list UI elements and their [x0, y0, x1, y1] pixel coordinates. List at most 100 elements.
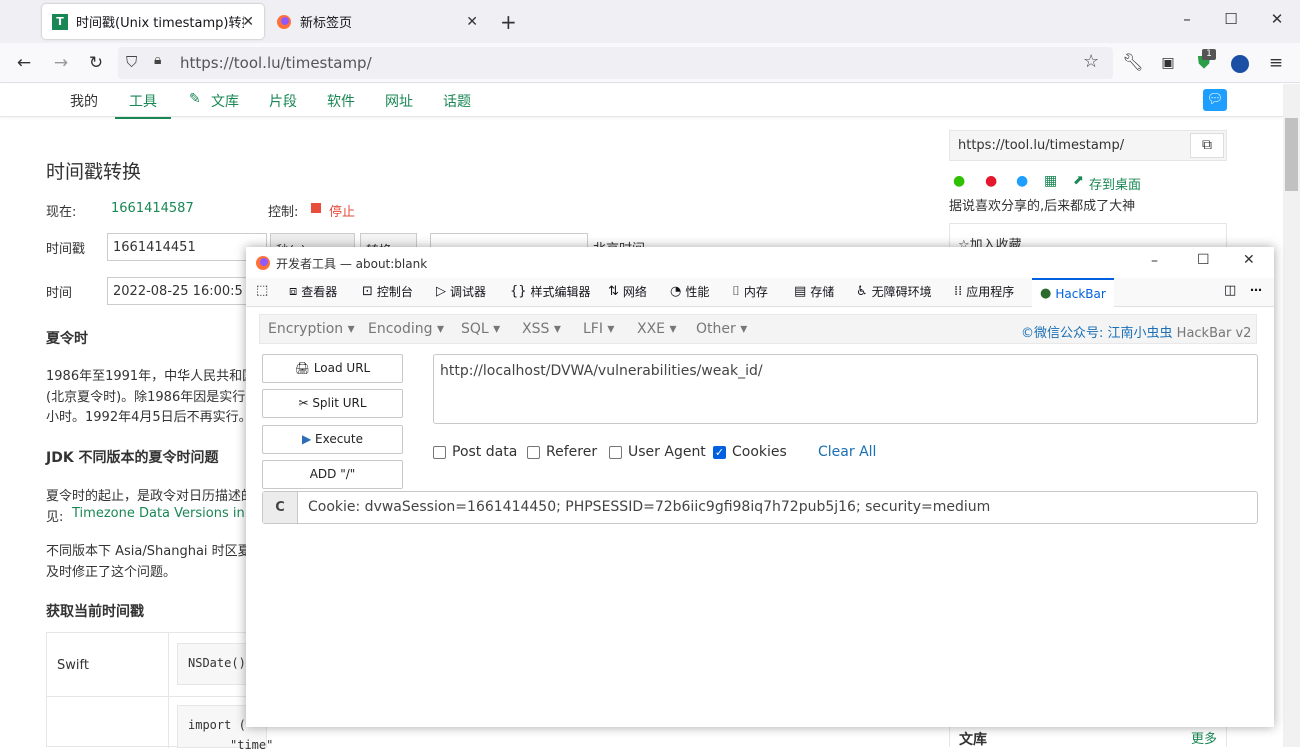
share-url[interactable]: https://tool.lu/timestamp/: [958, 138, 1124, 153]
globe-icon[interactable]: [1231, 55, 1249, 73]
url-bar[interactable]: ⛉ 🔒︎ https://tool.lu/timestamp/ ☆: [118, 47, 1113, 79]
nav-item-tools[interactable]: 工具: [115, 91, 171, 119]
checkbox-label: User Agent: [628, 444, 706, 460]
tab-console[interactable]: ⊡ 控制台: [362, 283, 413, 300]
bookmark-star-icon[interactable]: ☆: [1083, 51, 1099, 72]
checkbox-referer[interactable]: Referer: [527, 444, 597, 460]
checkbox-user-agent[interactable]: User Agent: [609, 444, 706, 460]
devtools-close-button[interactable]: ✕: [1243, 252, 1255, 268]
back-icon[interactable]: ←: [12, 51, 36, 75]
close-tab-icon[interactable]: ✕: [242, 14, 254, 30]
jdk-heading: JDK 不同版本的夏令时问题: [46, 450, 219, 466]
minimize-button[interactable]: –: [1177, 10, 1197, 28]
pick-element-icon[interactable]: ⬚: [256, 283, 268, 298]
load-url-button[interactable]: 🖨︎ Load URL: [262, 354, 403, 383]
menu-icon[interactable]: ≡: [1264, 51, 1288, 75]
tab-title: 时间戳(Unix timestamp)转换工: [76, 16, 244, 31]
checkbox-post-data[interactable]: Post data: [433, 444, 517, 460]
dock-icon[interactable]: ◫: [1224, 283, 1236, 298]
stop-icon[interactable]: [311, 203, 321, 213]
chat-icon[interactable]: 💬︎: [1203, 89, 1227, 111]
memory-icon: ⌷: [732, 284, 740, 299]
menu-label: Other: [696, 321, 736, 337]
tab-performance[interactable]: ◔ 性能: [670, 283, 709, 300]
tab-storage[interactable]: ▤ 存储: [794, 283, 834, 300]
menu-label: Encoding: [368, 321, 433, 337]
reload-icon[interactable]: ↻: [84, 51, 108, 75]
save-desktop-icon[interactable]: ⬈: [1073, 173, 1084, 188]
navigation-toolbar: ← → ↻ ⛉ 🔒︎ https://tool.lu/timestamp/ ☆ …: [0, 43, 1300, 83]
page-title: 时间戳转换: [46, 161, 142, 183]
url-textarea[interactable]: http://localhost/DVWA/vulnerabilities/we…: [433, 354, 1258, 424]
devtools-maximize-button[interactable]: ☐: [1197, 252, 1210, 268]
nav-item-mine[interactable]: 我的: [70, 91, 98, 111]
nav-item-software[interactable]: 软件: [327, 91, 355, 111]
add-slash-button[interactable]: ADD "/": [262, 460, 403, 489]
scrollbar-thumb[interactable]: [1285, 118, 1298, 191]
library-more-link[interactable]: 更多: [1191, 728, 1217, 747]
devtools-minimize-button[interactable]: –: [1151, 253, 1158, 269]
tab-accessibility[interactable]: ♿︎ 无障碍环境: [856, 283, 932, 300]
close-window-button[interactable]: ✕: [1267, 10, 1287, 28]
menu-other[interactable]: Other ▾: [696, 321, 747, 337]
maximize-button[interactable]: ☐: [1221, 10, 1241, 28]
wechat-icon[interactable]: ●: [953, 173, 965, 189]
shield-icon[interactable]: ⛉: [126, 53, 137, 71]
menu-lfi[interactable]: LFI ▾: [583, 321, 614, 337]
checkbox-cookies[interactable]: ✓ Cookies: [713, 444, 787, 460]
style-editor-icon: {}: [510, 284, 527, 299]
url-text[interactable]: https://tool.lu/timestamp/: [180, 54, 372, 72]
menu-xss[interactable]: XSS ▾: [522, 321, 561, 337]
tab-debugger[interactable]: ▷ 调试器: [436, 283, 486, 300]
forward-icon[interactable]: →: [49, 51, 73, 75]
button-label: Split URL: [312, 396, 367, 410]
checkbox-box[interactable]: [609, 445, 622, 459]
tab-inspector[interactable]: ⧈ 查看器: [289, 283, 337, 300]
checkbox-box[interactable]: [433, 445, 446, 459]
tab-style-editor[interactable]: {} 样式编辑器: [510, 283, 591, 300]
save-desktop-link[interactable]: 存到桌面: [1089, 174, 1141, 193]
tab-memory[interactable]: ⌷ 内存: [732, 283, 768, 300]
checkbox-label: Cookies: [732, 444, 787, 460]
extension-icon[interactable]: ▣: [1156, 51, 1180, 75]
tab-timestamp[interactable]: T 时间戳(Unix timestamp)转换工 ✕: [42, 4, 264, 39]
checkbox-box[interactable]: [527, 445, 540, 459]
copy-icon[interactable]: ⧉: [1190, 133, 1224, 158]
qq-icon[interactable]: ●: [1016, 173, 1028, 189]
menu-sql[interactable]: SQL ▾: [461, 321, 500, 337]
tab-new-tab[interactable]: 新标签页 ✕: [266, 4, 488, 39]
tab-network[interactable]: ⇅ 网络: [608, 283, 647, 300]
qrcode-icon[interactable]: ▦: [1044, 173, 1057, 189]
credit-name[interactable]: 江南小虫虫: [1108, 326, 1173, 341]
checkbox-box-checked[interactable]: ✓: [713, 445, 726, 459]
execute-button[interactable]: ▶ Execute: [262, 425, 403, 454]
cookie-input[interactable]: Cookie: dvwaSession=1661414450; PHPSESSI…: [308, 499, 990, 515]
nav-item-topics[interactable]: 话题: [443, 91, 471, 111]
tab-strip: T 时间戳(Unix timestamp)转换工 ✕ 新标签页 ✕ + – ☐ …: [0, 0, 1300, 43]
nav-item-urls[interactable]: 网址: [385, 91, 413, 111]
lock-icon[interactable]: 🔒︎: [154, 52, 161, 68]
timezone-data-link[interactable]: Timezone Data Versions in: [72, 506, 245, 521]
split-url-button[interactable]: ✂ Split URL: [262, 389, 403, 418]
menu-label: XSS: [522, 321, 550, 337]
wrench-icon[interactable]: 🔧︎: [1121, 51, 1145, 75]
page-scrollbar[interactable]: [1283, 84, 1300, 747]
timestamp-input[interactable]: 1661414451: [107, 233, 267, 261]
hackbar-icon: ●: [1040, 286, 1052, 301]
nav-item-snippets[interactable]: 片段: [269, 91, 297, 111]
new-tab-button[interactable]: +: [500, 10, 517, 34]
close-tab-icon[interactable]: ✕: [466, 14, 478, 30]
weibo-icon[interactable]: ●: [985, 173, 997, 189]
stop-button[interactable]: 停止: [329, 201, 355, 220]
clear-all-link[interactable]: Clear All: [818, 444, 876, 460]
time-input[interactable]: 2022-08-25 16:00:5: [107, 277, 247, 305]
menu-xxe[interactable]: XXE ▾: [637, 321, 677, 337]
nav-item-library[interactable]: 文库: [211, 91, 239, 111]
menu-encryption[interactable]: Encryption ▾: [268, 321, 355, 337]
tab-application[interactable]: ⁞⁞ 应用程序: [954, 283, 1014, 300]
menu-encoding[interactable]: Encoding ▾: [368, 321, 444, 337]
table-row-lang: Swift: [57, 658, 89, 673]
more-options-icon[interactable]: ⋯: [1250, 283, 1262, 297]
console-icon: ⊡: [362, 284, 373, 299]
tab-hackbar[interactable]: ● HackBar: [1032, 278, 1114, 307]
